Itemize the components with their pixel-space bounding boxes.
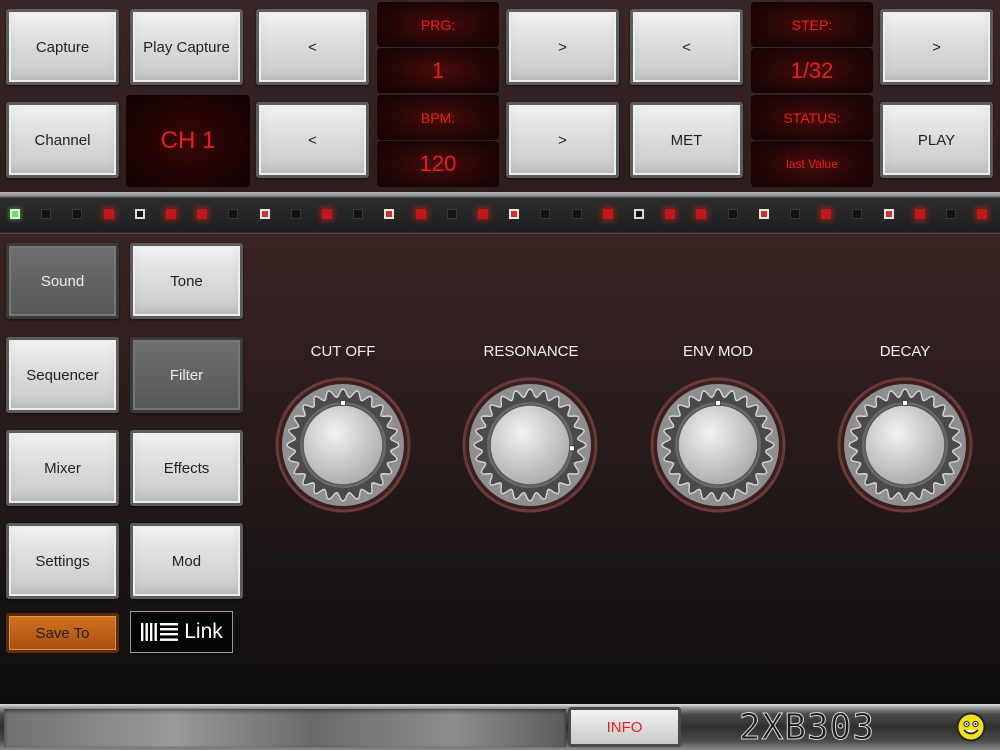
bpm-value: 120 xyxy=(377,141,499,187)
step-led-11[interactable] xyxy=(322,209,332,219)
step-led-30[interactable] xyxy=(914,209,925,219)
channel-display: CH 1 xyxy=(126,95,250,187)
step-led-7[interactable] xyxy=(197,209,208,219)
cutoff-knob[interactable] xyxy=(275,377,411,513)
capture-button[interactable]: Capture xyxy=(6,9,119,85)
step-led-21[interactable] xyxy=(634,209,644,219)
step-led-25[interactable] xyxy=(758,209,769,219)
resonance-label: RESONANCE xyxy=(483,343,579,360)
effects-menu-button[interactable]: Effects xyxy=(130,430,243,506)
step-led-12[interactable] xyxy=(353,209,364,219)
step-led-29[interactable] xyxy=(883,209,894,219)
program-next-button[interactable]: > xyxy=(506,9,619,85)
play-capture-button[interactable]: Play Capture xyxy=(130,9,243,85)
step-led-14[interactable] xyxy=(415,209,426,219)
status-value: last Value xyxy=(751,141,873,187)
step-led-1[interactable] xyxy=(10,209,20,219)
resonance-knob[interactable] xyxy=(462,377,598,513)
step-led-19[interactable] xyxy=(571,209,582,219)
mixer-menu-button[interactable]: Mixer xyxy=(6,430,119,506)
step-led-22[interactable] xyxy=(665,209,676,219)
metal-panel xyxy=(4,709,566,747)
decay-knob[interactable] xyxy=(837,377,973,513)
step-led-23[interactable] xyxy=(696,209,707,219)
filter-menu-button[interactable]: Filter xyxy=(130,337,243,413)
play-button[interactable]: PLAY xyxy=(880,102,993,178)
mod-menu-button[interactable]: Mod xyxy=(130,523,243,599)
step-led-5[interactable] xyxy=(134,209,145,219)
bpm-next-button[interactable]: > xyxy=(506,102,619,178)
sequencer-menu-button[interactable]: Sequencer xyxy=(6,337,119,413)
link-label: Link xyxy=(184,620,223,643)
step-led-4[interactable] xyxy=(103,209,114,219)
sound-menu-button[interactable]: Sound xyxy=(6,243,119,319)
prg-label: PRG: xyxy=(377,2,499,47)
step-led-18[interactable] xyxy=(540,209,551,219)
settings-menu-button[interactable]: Settings xyxy=(6,523,119,599)
step-led-15[interactable] xyxy=(446,209,457,219)
save-to-button[interactable]: Save To xyxy=(6,613,119,653)
smiley-icon[interactable] xyxy=(956,712,986,742)
metronome-button[interactable]: MET xyxy=(630,102,743,178)
step-led-10[interactable] xyxy=(290,209,301,219)
ableton-link-button[interactable]: Link xyxy=(130,611,233,653)
decay-label: DECAY xyxy=(879,343,931,360)
channel-button[interactable]: Channel xyxy=(6,102,119,178)
step-value: 1/32 xyxy=(751,48,873,93)
step-led-16[interactable] xyxy=(478,209,488,219)
brand-logo: 2XB303 xyxy=(738,706,876,748)
status-label: STATUS: xyxy=(751,95,873,140)
step-led-3[interactable] xyxy=(72,209,83,219)
info-button[interactable]: INFO xyxy=(568,707,681,747)
step-led-24[interactable] xyxy=(727,209,738,219)
step-led-20[interactable] xyxy=(602,209,613,219)
env-mod-label: ENV MOD xyxy=(682,343,753,360)
step-indicator-strip xyxy=(0,192,1000,234)
bpm-label: BPM: xyxy=(377,95,499,140)
step-led-26[interactable] xyxy=(790,209,800,219)
step-led-13[interactable] xyxy=(384,209,395,219)
bottom-bar: INFO 2XB303 xyxy=(0,704,1000,750)
env-mod-knob[interactable] xyxy=(650,377,786,513)
step-led-9[interactable] xyxy=(259,209,270,219)
program-prev-button[interactable]: < xyxy=(256,9,369,85)
step-led-32[interactable] xyxy=(977,209,988,219)
top-control-bar: Capture Play Capture < PRG: 1 > < STEP: … xyxy=(0,0,1000,192)
step-next-button[interactable]: > xyxy=(880,9,993,85)
tone-menu-button[interactable]: Tone xyxy=(130,243,243,319)
step-led-6[interactable] xyxy=(166,209,176,219)
prg-value: 1 xyxy=(377,48,499,93)
step-led-8[interactable] xyxy=(228,209,239,219)
step-prev-button[interactable]: < xyxy=(630,9,743,85)
step-led-27[interactable] xyxy=(821,209,832,219)
step-led-2[interactable] xyxy=(41,209,52,219)
step-led-17[interactable] xyxy=(509,209,520,219)
cutoff-label: CUT OFF xyxy=(310,343,376,360)
step-label: STEP: xyxy=(751,2,873,47)
bpm-prev-button[interactable]: < xyxy=(256,102,369,178)
step-led-31[interactable] xyxy=(946,209,956,219)
step-led-28[interactable] xyxy=(852,209,863,219)
link-logo-icon xyxy=(141,623,179,641)
